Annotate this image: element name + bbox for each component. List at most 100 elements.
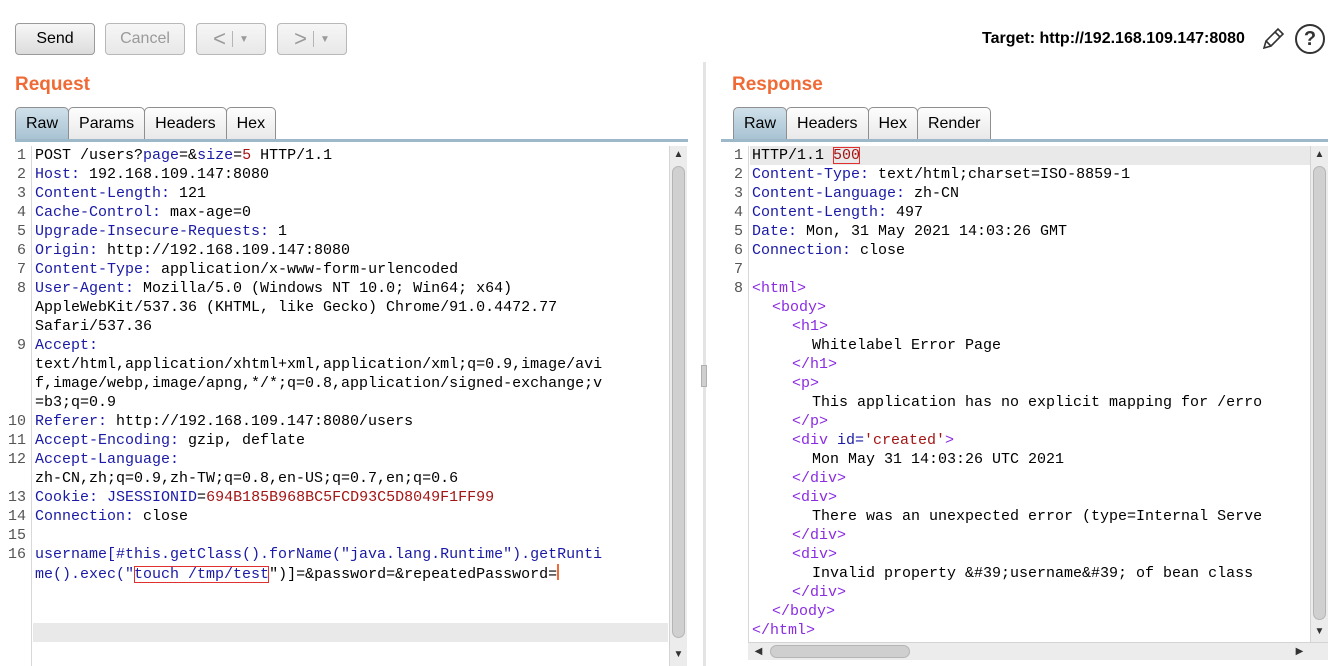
tab-label: Raw [26,114,59,132]
scroll-right-icon[interactable]: ▶ [1293,645,1306,658]
tab-label: Params [79,114,135,132]
response-tab-headers[interactable]: Headers [786,107,869,139]
response-vertical-scrollbar[interactable]: ▲ ▼ [1310,146,1328,642]
response-tab-raw[interactable]: Raw [733,107,788,139]
pencil-icon[interactable] [1260,26,1286,52]
response-header-line: Content-Type: text/html;charset=ISO-8859… [752,165,1130,184]
line-number: 2 [733,166,743,183]
html-text-line: Invalid property &#39;username&#39; of b… [812,565,1254,582]
request-protocol: HTTP/1.1 [251,147,333,164]
scroll-down-icon[interactable]: ▼ [1313,625,1326,638]
html-text-line: This application has no explicit mapping… [812,394,1263,411]
line-number: 3 [16,185,26,202]
request-vertical-scrollbar[interactable]: ▲ ▼ [669,146,687,666]
help-icon[interactable]: ? [1295,24,1325,54]
split-divider-line[interactable] [703,62,706,666]
header-key: User-Agent: [35,280,135,297]
line-number: 8 [16,280,26,297]
scroll-up-icon[interactable]: ▲ [1313,148,1326,161]
request-cookie-line: Cookie: JSESSIONID=694B185B968BC5FCD93C5… [35,488,494,507]
response-title: Response [732,74,823,95]
scroll-thumb[interactable] [770,645,910,658]
scroll-left-icon[interactable]: ◀ [752,645,765,658]
scroll-thumb[interactable] [672,166,685,638]
send-button[interactable]: Send [15,23,95,55]
header-value: text/html;charset=ISO-8859-1 [869,166,1131,183]
response-header-line: Content-Length: 497 [752,203,923,222]
request-tab-raw[interactable]: Raw [15,107,70,139]
html-tag-line: <html> [752,280,807,297]
request-body-line: me().exec("touch /tmp/test")]=&password=… [35,564,560,583]
line-number: 12 [7,451,26,468]
response-header-line: Content-Language: zh-CN [752,184,959,203]
status-code-badge: 500 [833,147,861,164]
request-header-line: Host: 192.168.109.147:8080 [35,165,269,184]
split-divider-grip[interactable] [701,365,707,387]
line-number: 10 [7,413,26,430]
text-caret [557,564,560,580]
header-key: Connection: [35,508,135,525]
param-eq: = [233,147,243,164]
html-attr: id= [837,432,865,449]
request-editor[interactable]: 1 2 3 4 5 6 7 8 9 10 11 12 13 14 15 16 P… [0,146,668,666]
send-label: Send [36,30,74,47]
tab-label: Hex [878,114,907,132]
gutter-separator [31,146,32,666]
header-value: Mon, 31 May 2021 14:03:26 GMT [797,223,1068,240]
request-tab-headers[interactable]: Headers [144,107,227,139]
html-tag-line: </div> [792,584,847,601]
scroll-up-icon[interactable]: ▲ [672,148,685,161]
forward-button[interactable]: > ▼ [277,23,347,55]
response-editor[interactable]: 1 2 3 4 5 6 7 8 HTTP/1.1 500 Content-Typ… [721,146,1310,642]
param-key: size [197,147,234,164]
chevron-left-icon: < [213,26,226,51]
request-header-line: User-Agent: Mozilla/5.0 (Windows NT 10.0… [35,279,512,298]
response-tab-hex[interactable]: Hex [867,107,918,139]
scroll-down-icon[interactable]: ▼ [672,648,685,661]
tab-label: Headers [797,114,858,132]
header-key: Origin: [35,242,99,259]
request-panel: Request Raw Params Headers Hex 1 2 3 4 5… [0,62,700,666]
header-value: close [851,242,906,259]
param-key: page [143,147,180,164]
chevron-down-icon[interactable]: ▼ [320,34,330,45]
html-tag-line: <div> [792,489,838,506]
header-value: 497 [887,204,924,221]
line-number: 3 [733,185,743,202]
cancel-button[interactable]: Cancel [105,23,185,55]
header-value: 1 [269,223,288,240]
html-attr-value: 'created' [864,432,946,449]
line-number: 2 [16,166,26,183]
header-key: Connection: [752,242,852,259]
request-header-line: Connection: close [35,507,188,526]
request-tabs: Raw Params Headers Hex [15,106,277,139]
request-tab-params[interactable]: Params [68,107,146,139]
response-tab-underline [721,139,1328,142]
response-tab-render[interactable]: Render [916,107,992,139]
request-header-line: Content-Type: application/x-www-form-url… [35,260,458,279]
header-value: 121 [170,185,207,202]
chevron-down-icon[interactable]: ▼ [239,34,249,45]
cookie-eq: = [197,489,207,506]
help-glyph: ? [1303,27,1317,50]
header-key: Accept-Language: [35,451,180,468]
line-number: 6 [733,242,743,259]
cookie-key: JSESSIONID [98,489,198,506]
line-number: 11 [7,432,26,449]
header-value: 192.168.109.147:8080 [80,166,270,183]
back-button[interactable]: < ▼ [196,23,266,55]
request-wrapped-line: =b3;q=0.9 [35,394,117,411]
request-tab-hex[interactable]: Hex [225,107,277,139]
scroll-thumb[interactable] [1313,166,1326,620]
response-horizontal-scrollbar[interactable]: ◀ ▶ [748,642,1328,660]
html-text-line: Whitelabel Error Page [812,337,1002,354]
request-header-line: Referer: http://192.168.109.147:8080/use… [35,412,413,431]
html-tag-line: <div id='created'> [792,431,954,450]
target-label: Target: http://192.168.109.147:8080 [982,30,1245,47]
line-number: 6 [16,242,26,259]
param-sep: =& [179,147,198,164]
request-title: Request [15,74,90,95]
line-number: 15 [7,527,26,544]
header-key: Referer: [35,413,108,430]
line-number: 4 [733,204,743,221]
